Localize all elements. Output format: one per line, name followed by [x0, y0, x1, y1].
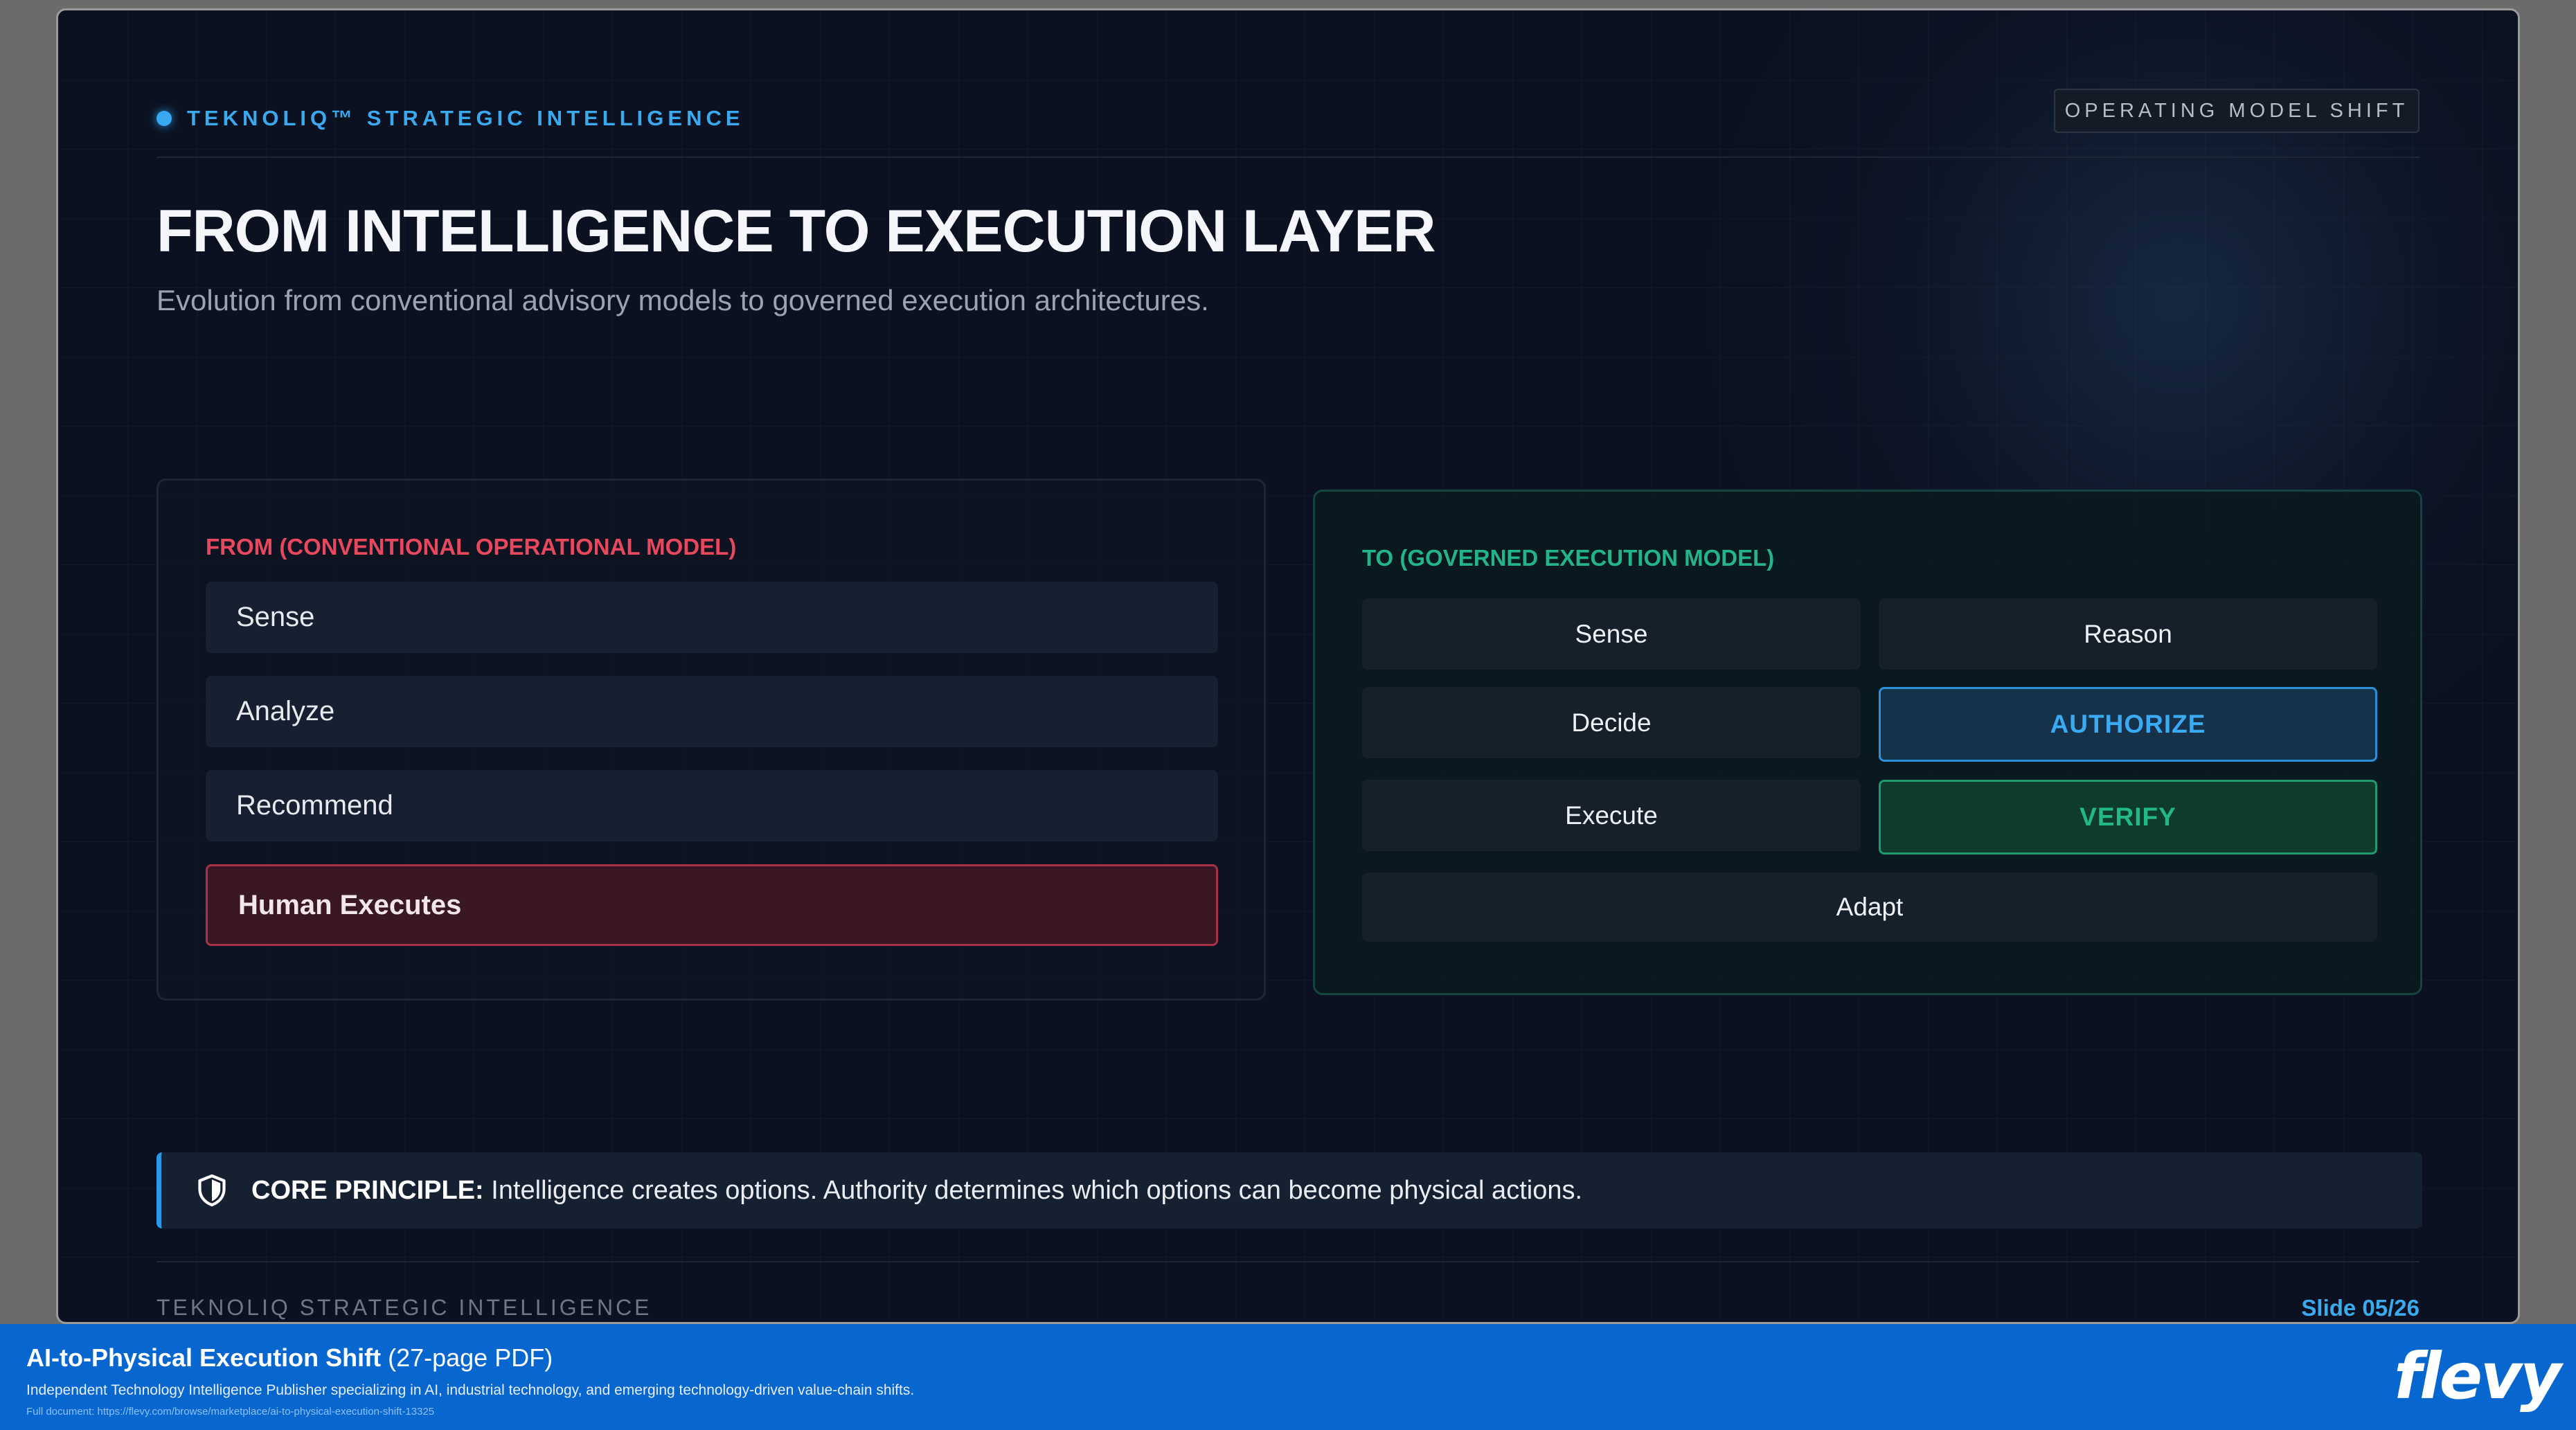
shield-icon: [198, 1174, 226, 1206]
to-panel: TO (GOVERNED EXECUTION MODEL) Sense Reas…: [1313, 490, 2422, 995]
from-item-sense: Sense: [206, 582, 1218, 653]
document-banner[interactable]: AI-to-Physical Execution Shift (27-page …: [0, 1324, 2576, 1430]
from-item-human-executes: Human Executes: [206, 864, 1218, 946]
brand-label: TEKNOLIQ™ STRATEGIC INTELLIGENCE: [187, 106, 744, 130]
slide: TEKNOLIQ™ STRATEGIC INTELLIGENCE OPERATI…: [56, 8, 2520, 1324]
header-divider: [156, 157, 2420, 158]
brand: TEKNOLIQ™ STRATEGIC INTELLIGENCE: [156, 106, 744, 131]
banner-title: AI-to-Physical Execution Shift (27-page …: [26, 1343, 553, 1373]
to-item-sense: Sense: [1362, 598, 1861, 670]
to-item-adapt: Adapt: [1362, 873, 2377, 942]
core-principle-text: CORE PRINCIPLE: Intelligence creates opt…: [251, 1176, 1582, 1206]
banner-description: Independent Technology Intelligence Publ…: [26, 1382, 915, 1398]
from-item-analyze: Analyze: [206, 676, 1218, 747]
to-item-authorize: AUTHORIZE: [1879, 687, 2377, 762]
core-principle-callout: CORE PRINCIPLE: Intelligence creates opt…: [156, 1152, 2422, 1228]
to-panel-label: TO (GOVERNED EXECUTION MODEL): [1362, 545, 1775, 571]
page-subtitle: Evolution from conventional advisory mod…: [156, 284, 1209, 316]
banner-document-title: AI-to-Physical Execution Shift: [26, 1343, 382, 1372]
footer-brand: TEKNOLIQ STRATEGIC INTELLIGENCE: [156, 1295, 652, 1320]
from-panel: FROM (CONVENTIONAL OPERATIONAL MODEL) Se…: [156, 479, 1266, 1001]
banner-page-count: (27-page PDF): [381, 1343, 553, 1372]
section-tag: OPERATING MODEL SHIFT: [2054, 89, 2420, 133]
page-title: FROM INTELLIGENCE TO EXECUTION LAYER: [156, 198, 1436, 265]
slide-number: Slide 05/26: [2301, 1295, 2420, 1321]
core-principle-body: Intelligence creates options. Authority …: [483, 1175, 1583, 1205]
to-item-execute: Execute: [1362, 780, 1861, 851]
from-panel-label: FROM (CONVENTIONAL OPERATIONAL MODEL): [206, 534, 737, 560]
flevy-logo[interactable]: flevy: [2394, 1339, 2561, 1413]
core-principle-label: CORE PRINCIPLE:: [251, 1175, 484, 1205]
to-item-verify: VERIFY: [1879, 780, 2377, 855]
to-item-decide: Decide: [1362, 687, 1861, 758]
banner-document-link[interactable]: Full document: https://flevy.com/browse/…: [26, 1406, 434, 1418]
to-item-reason: Reason: [1879, 598, 2377, 670]
brand-dot-icon: [156, 111, 172, 126]
footer-divider: [156, 1261, 2420, 1262]
from-item-recommend: Recommend: [206, 770, 1218, 841]
